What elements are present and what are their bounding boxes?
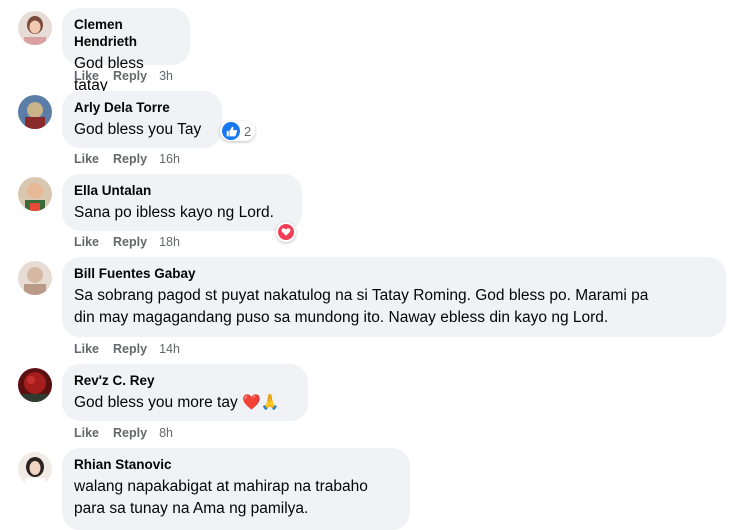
comment-actions: Like Reply 8h	[74, 426, 187, 440]
thumbs-up-icon	[222, 122, 240, 140]
comment-bubble: Rev'z C. Rey God bless you more tay ❤️🙏	[62, 364, 308, 421]
comment-bubble: Arly Dela Torre God bless you Tay	[62, 91, 222, 148]
heart-icon	[278, 224, 294, 240]
comment-text-line: walang napakabigat at mahirap na trabaho	[74, 478, 368, 495]
reply-button[interactable]: Reply	[113, 426, 147, 440]
comment-author[interactable]: Arly Dela Torre	[74, 99, 210, 116]
reply-button[interactable]: Reply	[113, 342, 147, 356]
comment-author[interactable]: Ella Untalan	[74, 182, 290, 199]
comment-actions: Like Reply 3h	[74, 69, 187, 83]
like-button[interactable]: Like	[74, 342, 99, 356]
comment-actions: Like Reply 16h	[74, 152, 194, 166]
reply-button[interactable]: Reply	[113, 69, 147, 83]
avatar[interactable]	[18, 261, 52, 295]
avatar[interactable]	[18, 95, 52, 129]
comment-actions: Like Reply 18h	[74, 235, 194, 249]
comment-text: God bless you more tay ❤️🙏	[74, 392, 296, 414]
comment-author[interactable]: Rhian Stanovic	[74, 456, 398, 473]
comment-text-content: God bless you more tay	[74, 394, 238, 412]
comment-text-content: God bless you Tay	[74, 121, 202, 138]
avatar[interactable]	[18, 177, 52, 211]
reply-button[interactable]: Reply	[113, 152, 147, 166]
comment-text: God bless you Tay	[74, 119, 210, 141]
comment-bubble: Clemen Hendrieth God bless tatay	[62, 8, 190, 94]
reaction-count: 2	[244, 123, 252, 139]
reply-button[interactable]: Reply	[113, 235, 147, 249]
comment-bubble: Ella Untalan Sana po ibless kayo ng Lord…	[62, 174, 302, 231]
comment-text-line: din may magagandang puso sa mundong ito.…	[74, 309, 609, 326]
comment-time[interactable]: 14h	[159, 342, 180, 356]
comment-text-line: para sa tunay na Ama ng pamilya.	[74, 500, 309, 517]
comment-bubble: Bill Fuentes Gabay Sa sobrang pagod st p…	[62, 257, 726, 337]
avatar[interactable]	[18, 452, 52, 486]
comment-text-line: Sa sobrang pagod st puyat nakatulog na s…	[74, 287, 649, 304]
praying-hands-icon: 🙏	[260, 394, 280, 411]
avatar[interactable]	[18, 368, 52, 402]
comment-author[interactable]: Bill Fuentes Gabay	[74, 265, 714, 282]
comment-author[interactable]: Rev'z C. Rey	[74, 372, 296, 389]
like-button[interactable]: Like	[74, 69, 99, 83]
like-button[interactable]: Like	[74, 235, 99, 249]
like-button[interactable]: Like	[74, 152, 99, 166]
heart-reaction-badge[interactable]	[276, 222, 296, 242]
reaction-chip[interactable]: 2	[216, 121, 256, 141]
comment-author[interactable]: Clemen Hendrieth	[74, 16, 178, 50]
comment-text: Sana po ibless kayo ng Lord.	[74, 204, 274, 221]
comment-time[interactable]: 8h	[159, 426, 173, 440]
comment-time[interactable]: 16h	[159, 152, 180, 166]
comment-time[interactable]: 18h	[159, 235, 180, 249]
red-heart-icon: ❤️	[242, 394, 261, 411]
avatar[interactable]	[18, 11, 52, 45]
like-button[interactable]: Like	[74, 426, 99, 440]
comment-actions: Like Reply 14h	[74, 342, 194, 356]
comment-bubble: Rhian Stanovic walang napakabigat at mah…	[62, 448, 410, 530]
comment-time[interactable]: 3h	[159, 69, 173, 83]
